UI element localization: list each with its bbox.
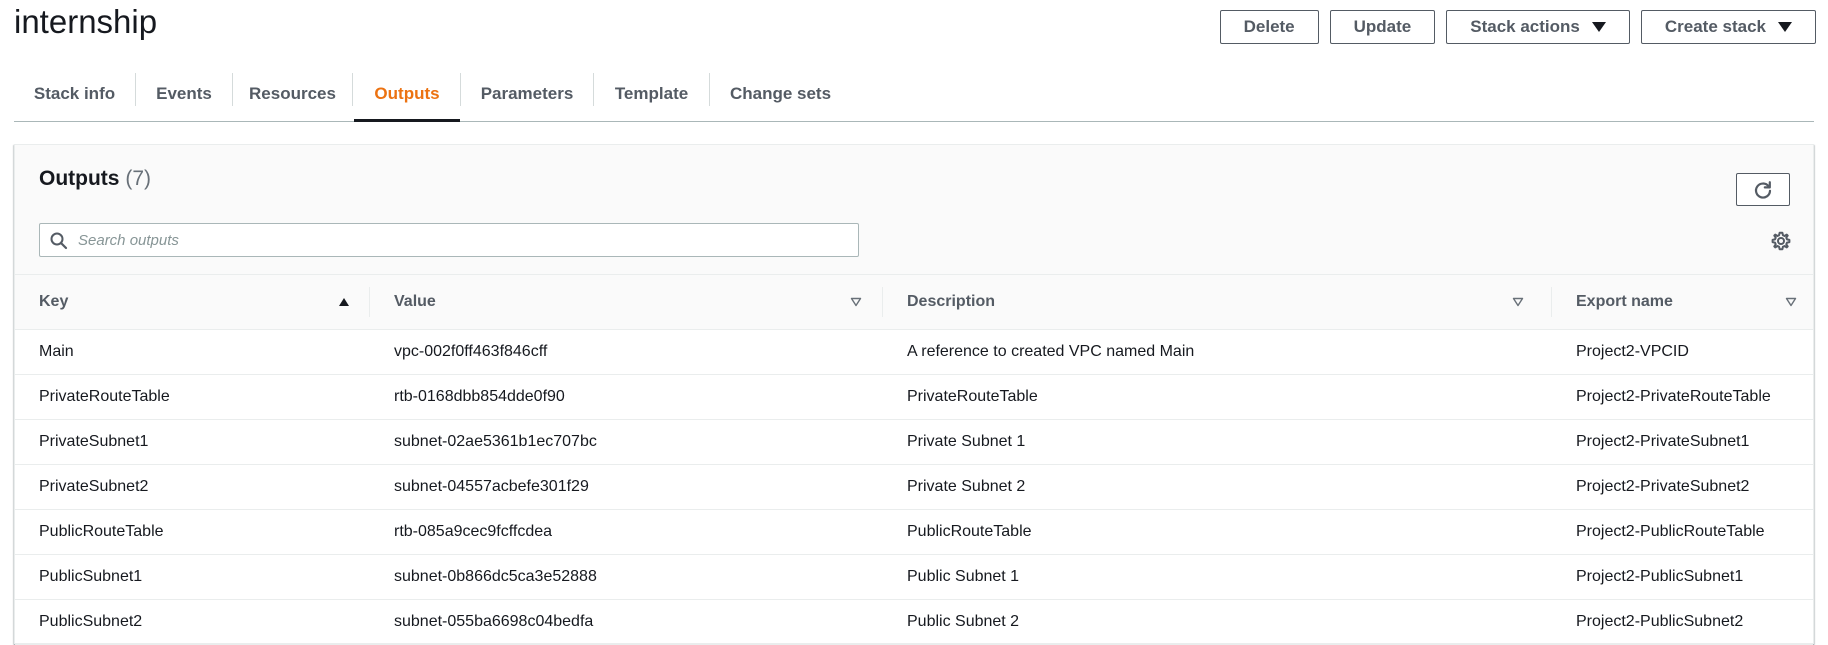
tab-label: Parameters	[480, 83, 574, 103]
sort-down-outline-icon	[1785, 297, 1797, 307]
column-header-value[interactable]: Value	[370, 275, 883, 330]
table-row: PublicSubnet2 subnet-055ba6698c04bedfa P…	[15, 599, 1813, 645]
cell-description: Private Subnet 1	[883, 419, 1552, 465]
cell-value: rtb-085a9cec9fcffcdea	[370, 509, 883, 555]
refresh-button[interactable]	[1736, 173, 1790, 206]
cell-description: PublicRouteTable	[883, 509, 1552, 555]
caret-down-icon	[1591, 22, 1606, 32]
sort-down-outline-icon	[1512, 297, 1524, 307]
cell-key: PrivateRouteTable	[15, 374, 370, 420]
outputs-table: Key Value Description Export name Main v…	[15, 275, 1813, 645]
search-icon	[50, 232, 68, 250]
refresh-icon	[1754, 180, 1772, 199]
cell-description: PrivateRouteTable	[883, 374, 1552, 420]
tab-outputs[interactable]: Outputs	[354, 66, 460, 122]
outputs-count: (7)	[125, 167, 151, 190]
tab-label: Template	[614, 83, 689, 103]
update-button-label: Update	[1353, 17, 1412, 36]
column-header-key[interactable]: Key	[15, 275, 370, 330]
cell-value: subnet-02ae5361b1ec707bc	[370, 419, 883, 465]
cell-description: Public Subnet 2	[883, 599, 1552, 645]
table-row: PrivateSubnet1 subnet-02ae5361b1ec707bc …	[15, 419, 1813, 465]
tab-events[interactable]: Events	[136, 66, 232, 121]
cell-export-name: Project2-PrivateRouteTable	[1552, 374, 1813, 420]
outputs-title: Outputs (7)	[39, 167, 151, 191]
cell-key: PrivateSubnet1	[15, 419, 370, 465]
cell-value: subnet-0b866dc5ca3e52888	[370, 554, 883, 600]
cell-export-name: Project2-PublicRouteTable	[1552, 509, 1813, 555]
sort-ascending-icon	[339, 298, 349, 306]
cell-value: subnet-055ba6698c04bedfa	[370, 599, 883, 645]
table-row: PublicRouteTable rtb-085a9cec9fcffcdea P…	[15, 509, 1813, 555]
caret-down-icon	[1778, 22, 1792, 32]
outputs-panel-header: Outputs (7)	[15, 145, 1813, 275]
cell-description: Public Subnet 1	[883, 554, 1552, 600]
tab-label: Change sets	[729, 83, 832, 103]
tab-parameters[interactable]: Parameters	[461, 66, 593, 121]
stack-tabs: Stack info Events Resources Outputs Para…	[14, 66, 1814, 122]
table-row: Main vpc-002f0ff463f846cff A reference t…	[15, 329, 1813, 375]
cell-export-name: Project2-PublicSubnet1	[1552, 554, 1813, 600]
tab-change-sets[interactable]: Change sets	[710, 66, 851, 121]
tab-label: Outputs	[374, 83, 440, 103]
update-button[interactable]: Update	[1329, 10, 1436, 44]
cell-description: Private Subnet 2	[883, 464, 1552, 510]
table-header-row: Key Value Description Export name	[15, 275, 1813, 330]
cell-key: PublicSubnet1	[15, 554, 370, 600]
cell-export-name: Project2-PrivateSubnet1	[1552, 419, 1813, 465]
tab-label: Events	[156, 83, 212, 103]
delete-button[interactable]: Delete	[1219, 10, 1319, 44]
table-row: PublicSubnet1 subnet-0b866dc5ca3e52888 P…	[15, 554, 1813, 600]
search-outputs-input[interactable]	[40, 224, 858, 256]
tab-stack-info[interactable]: Stack info	[14, 66, 135, 121]
cell-export-name: Project2-PrivateSubnet2	[1552, 464, 1813, 510]
column-header-label: Description	[907, 292, 996, 310]
column-header-description[interactable]: Description	[883, 275, 1552, 330]
cell-export-name: Project2-PublicSubnet2	[1552, 599, 1813, 645]
table-row: PrivateRouteTable rtb-0168dbb854dde0f90 …	[15, 374, 1813, 420]
delete-button-label: Delete	[1243, 17, 1295, 36]
column-header-label: Key	[39, 292, 69, 310]
cell-key: PublicRouteTable	[15, 509, 370, 555]
cell-export-name: Project2-VPCID	[1552, 329, 1813, 375]
tab-label: Stack info	[33, 83, 116, 103]
create-stack-label: Create stack	[1664, 17, 1766, 36]
table-row: PrivateSubnet2 subnet-04557acbefe301f29 …	[15, 464, 1813, 510]
gear-icon[interactable]	[1771, 231, 1791, 251]
cell-key: PrivateSubnet2	[15, 464, 370, 510]
column-header-label: Value	[394, 292, 436, 310]
tab-divider	[352, 73, 353, 106]
column-header-export-name[interactable]: Export name	[1552, 275, 1813, 330]
tab-resources[interactable]: Resources	[233, 66, 352, 121]
sort-down-outline-icon	[850, 297, 862, 307]
stack-actions-label: Stack actions	[1470, 17, 1580, 36]
outputs-title-text: Outputs	[39, 167, 120, 190]
stack-actions-toolbar: Delete Update Stack actions Create stack	[1219, 10, 1816, 44]
outputs-panel: Outputs (7) Search outputs Key Value Des…	[14, 144, 1814, 645]
cell-value: subnet-04557acbefe301f29	[370, 464, 883, 510]
cell-value: rtb-0168dbb854dde0f90	[370, 374, 883, 420]
cell-key: Main	[15, 329, 370, 375]
column-header-label: Export name	[1576, 292, 1673, 310]
page-title: internship	[14, 3, 158, 40]
tab-label: Resources	[249, 83, 336, 103]
create-stack-button[interactable]: Create stack	[1640, 10, 1816, 44]
search-outputs-field[interactable]	[39, 223, 859, 257]
cell-key: PublicSubnet2	[15, 599, 370, 645]
cell-value: vpc-002f0ff463f846cff	[370, 329, 883, 375]
cell-description: A reference to created VPC named Main	[883, 329, 1552, 375]
tab-template[interactable]: Template	[594, 66, 709, 121]
stack-actions-button[interactable]: Stack actions	[1446, 10, 1630, 44]
